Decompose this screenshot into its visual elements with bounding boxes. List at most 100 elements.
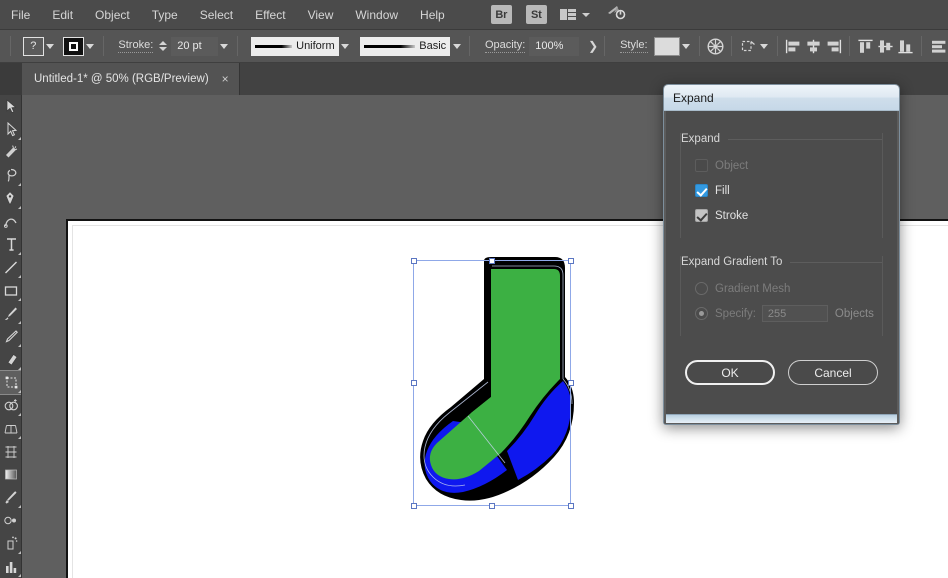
paintbrush-tool[interactable] [0,302,21,325]
menu-window[interactable]: Window [344,4,409,26]
lasso-tool[interactable] [0,164,21,187]
menu-file[interactable]: File [0,4,41,26]
align-center-vertical-icon[interactable] [876,36,896,57]
dialog-resize-grip[interactable] [666,414,897,423]
gradient-tool[interactable] [0,463,21,486]
tool-flyout-indicator [18,344,21,347]
ok-button[interactable]: OK [685,360,775,385]
blend-tool[interactable] [0,509,21,532]
shaper-tool[interactable] [0,325,21,348]
shape-builder-tool[interactable] [0,394,21,417]
fill-dropdown-icon[interactable] [84,37,97,56]
stroke-profile-select[interactable]: Uniform [251,36,339,56]
gradient-mesh-label: Gradient Mesh [715,282,791,295]
close-icon[interactable]: × [222,73,229,85]
stroke-profile-preview [255,44,293,48]
workspace-switcher-icon[interactable] [559,9,590,20]
brush-definition-preview [363,44,416,48]
eraser-tool[interactable] [0,348,21,371]
rectangle-tool[interactable] [0,279,21,302]
menu-view[interactable]: View [297,4,345,26]
stroke-weight-dropdown-icon[interactable] [218,37,231,56]
curvature-tool[interactable] [0,210,21,233]
align-left-icon[interactable] [784,36,804,57]
direct-selection-tool[interactable] [0,118,21,141]
control-bar: ? Stroke: 20 pt Uniform Basic Opacity: 1… [0,30,948,63]
specify-objects-input: 255 [761,305,828,322]
type-tool[interactable] [0,233,21,256]
menu-select[interactable]: Select [189,4,244,26]
selection-tool[interactable] [0,95,21,118]
control-divider-9 [849,36,850,56]
style-label: Style: [620,39,648,53]
tool-flyout-indicator [18,367,21,370]
search-icon[interactable] [606,4,626,25]
free-transform-tool[interactable] [0,370,21,395]
fill-checkbox[interactable] [695,184,708,197]
tool-flyout-indicator [18,390,21,393]
specify-label: Specify: [715,307,756,320]
selection-indicator[interactable]: ? [22,36,44,56]
pen-tool[interactable] [0,187,21,210]
opacity-more-icon[interactable]: ❯ [588,39,598,53]
brush-definition-dropdown-icon[interactable] [450,37,463,56]
eyedropper-tool[interactable] [0,486,21,509]
control-divider [10,36,11,56]
tool-flyout-indicator [18,321,21,324]
align-top-icon[interactable] [856,36,876,57]
transform-dropdown-icon[interactable] [758,37,771,56]
stroke-checkbox[interactable] [695,209,708,222]
menu-help[interactable]: Help [409,4,456,26]
expand-gradient-group-body: Gradient Mesh Specify: 255 Objects [689,274,882,336]
align-right-icon[interactable] [823,36,843,57]
mesh-tool[interactable] [0,440,21,463]
control-divider-7 [731,36,733,56]
column-graph-tool[interactable] [0,555,21,578]
symbol-sprayer-tool[interactable] [0,532,21,555]
document-tab[interactable]: Untitled-1* @ 50% (RGB/Preview) × [22,63,240,95]
expand-dialog[interactable]: Expand Expand Object Fill Stroke Expand … [663,84,900,425]
align-bottom-icon[interactable] [896,36,916,57]
style-dropdown-icon[interactable] [680,37,693,56]
stroke-profile-dropdown-icon[interactable] [339,37,352,56]
tabbar-gutter [0,63,22,95]
opacity-input[interactable]: 100% [529,36,580,56]
tool-flyout-indicator [18,137,21,140]
fill-label: Fill [715,184,730,197]
tool-flyout-indicator [18,436,21,439]
magic-wand-tool[interactable] [0,141,21,164]
stroke-weight-stepper[interactable] [159,41,168,51]
menu-type[interactable]: Type [141,4,189,26]
stock-icon[interactable]: St [525,5,547,24]
expand-group-body: Object Fill Stroke [689,151,882,238]
brush-definition-label: Basic [419,40,447,52]
tool-flyout-indicator [18,505,21,508]
stroke-label: Stroke: [118,39,154,53]
dialog-title-bar[interactable]: Expand [664,85,899,111]
control-divider-4 [469,36,470,56]
graphic-style-swatch[interactable] [653,36,680,56]
object-checkbox [695,159,708,172]
menu-effect[interactable]: Effect [244,4,296,26]
distribute-icon[interactable] [928,36,948,57]
recolor-artwork-icon[interactable] [705,36,725,57]
dialog-body: Expand Object Fill Stroke Expand Gradien… [664,111,899,424]
brush-definition-select[interactable]: Basic [359,36,451,56]
sock-illustration[interactable] [413,255,583,510]
perspective-grid-tool[interactable] [0,417,21,440]
align-center-horizontal-icon[interactable] [803,36,823,57]
expand-gradient-group: Expand Gradient To Gradient Mesh Specify… [680,256,883,336]
stroke-weight-input[interactable]: 20 pt [171,36,218,56]
control-divider-10 [921,36,923,56]
fill-swatch[interactable] [62,36,84,56]
expand-fill-row[interactable]: Fill [695,178,882,203]
expand-stroke-row[interactable]: Stroke [695,203,882,228]
menu-bar: File Edit Object Type Select Effect View… [0,0,948,30]
bridge-icon[interactable]: Br [490,5,512,24]
line-segment-tool[interactable] [0,256,21,279]
menu-edit[interactable]: Edit [41,4,84,26]
cancel-button[interactable]: Cancel [788,360,878,385]
menu-object[interactable]: Object [84,4,141,26]
transform-icon[interactable] [738,36,758,57]
selection-dropdown-icon[interactable] [44,37,57,56]
